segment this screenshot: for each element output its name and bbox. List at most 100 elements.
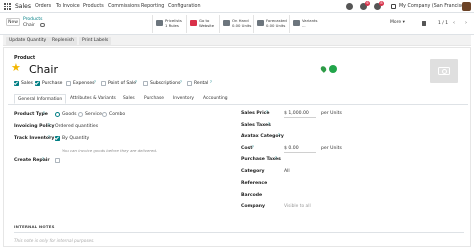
company-label: Company <box>241 204 265 209</box>
help-icon[interactable]: ? <box>48 135 50 139</box>
menu-to-invoice[interactable]: To Invoice <box>56 4 80 9</box>
chat-icon[interactable] <box>329 65 337 73</box>
help-icon[interactable]: ? <box>266 110 268 114</box>
form-sheet <box>3 47 471 247</box>
internal-notes-title: INTERNAL NOTES <box>14 224 55 229</box>
barcode-label: Barcode <box>241 193 263 198</box>
favorite-star-icon[interactable]: ★ <box>11 62 21 73</box>
sitemap-icon <box>293 20 300 26</box>
chevron-right-icon[interactable]: › <box>465 20 467 26</box>
company-icon <box>391 4 396 9</box>
messages-badge: 6 <box>365 1 370 6</box>
menu-reporting[interactable]: Reporting <box>141 4 164 9</box>
phone-icon[interactable] <box>346 3 353 10</box>
print-labels-button[interactable]: Print Labels <box>79 36 112 45</box>
radio-service[interactable] <box>78 112 83 117</box>
point-of-sale-checkbox-label: Point of Sale <box>108 81 137 86</box>
sales-checkbox-label: Sales <box>21 81 33 86</box>
replenish-button[interactable]: Replenish <box>49 36 77 45</box>
help-icon[interactable]: ? <box>278 133 280 137</box>
save-icon[interactable] <box>422 21 426 26</box>
internal-notes-field[interactable]: This note is only for internal purposes. <box>14 238 95 243</box>
radio-goods[interactable] <box>55 112 60 117</box>
chevron-left-icon[interactable]: ‹ <box>453 20 455 26</box>
subscriptions-checkbox-label: Subscriptions <box>150 81 181 86</box>
help-icon[interactable]: ? <box>268 122 270 126</box>
subscriptions-checkbox[interactable] <box>143 81 148 86</box>
track-inventory-checkbox[interactable] <box>55 136 60 141</box>
purchase-checkbox-label: Purchase <box>42 81 63 86</box>
point-of-sale-checkbox[interactable] <box>101 81 106 86</box>
reference-label: Reference <box>241 181 268 186</box>
help-icon[interactable]: ? <box>275 156 277 160</box>
smart-button-value: Website <box>199 23 215 28</box>
tab-accounting[interactable]: Accounting <box>200 94 231 104</box>
smart-button-value: 1 Rules <box>165 23 179 28</box>
forecasted-smart-button[interactable]: Forecasted 0.00 Units <box>253 15 289 33</box>
user-avatar[interactable] <box>462 2 471 11</box>
sales-taxes-label: Sales Taxes <box>241 123 271 128</box>
tab-inventory[interactable]: Inventory <box>170 94 197 104</box>
rental-checkbox-label: Rental <box>194 81 209 86</box>
control-panel: New Products Chair Pricelists 1 Rules Go… <box>0 13 474 35</box>
invoicing-policy-select[interactable]: Ordered quantities <box>55 124 98 129</box>
help-icon[interactable]: ? <box>180 80 182 84</box>
rental-checkbox[interactable] <box>187 81 192 86</box>
cost-underline <box>284 152 316 153</box>
track-inventory-mode[interactable]: By Quantity <box>62 136 89 141</box>
radio-combo[interactable] <box>102 112 107 117</box>
help-icon[interactable]: ? <box>135 80 137 84</box>
cubes-icon <box>223 20 230 26</box>
more-label: More <box>390 20 402 25</box>
cost-label: Cost <box>241 146 253 151</box>
tab-general-information[interactable]: General Information <box>14 94 67 104</box>
smart-button-value: 0.00 Units <box>266 23 286 28</box>
gear-icon[interactable] <box>40 22 45 27</box>
help-icon[interactable]: ? <box>42 157 44 161</box>
track-inventory-help-text: You can invoice goods before they are de… <box>62 148 158 153</box>
company-field[interactable]: Visible to all <box>284 204 311 209</box>
on-hand-smart-button[interactable]: On Hand 0.00 Units <box>219 15 255 33</box>
purchase-checkbox[interactable] <box>35 81 40 86</box>
activities-badge: 8 <box>379 1 384 6</box>
app-grid-icon[interactable] <box>4 3 11 10</box>
help-icon[interactable]: ? <box>94 80 96 84</box>
update-quantity-button[interactable]: Update Quantity <box>6 36 50 45</box>
camera-lens <box>441 68 447 74</box>
more-button[interactable]: More ▾ <box>390 20 405 25</box>
globe-icon <box>190 20 197 26</box>
variants-smart-button[interactable]: Variants ... <box>289 15 325 33</box>
smart-button-value: ... <box>302 23 306 28</box>
breadcrumb-products[interactable]: Products <box>23 17 42 22</box>
product-name-field[interactable]: Chair <box>29 63 58 76</box>
sales-price-underline <box>284 117 316 118</box>
company-switcher[interactable]: My Company (San Francisco) <box>399 4 469 9</box>
cost-unit: per Units <box>321 146 342 151</box>
radio-goods-label: Goods <box>62 112 77 117</box>
cost-field[interactable]: $ 0.00 <box>284 146 299 151</box>
app-name[interactable]: Sales <box>15 3 31 10</box>
tab-sales[interactable]: Sales <box>120 94 138 104</box>
sales-price-field[interactable]: $ 1,000.00 <box>284 111 309 116</box>
breadcrumb-current: Chair <box>23 23 35 28</box>
menu-commissions[interactable]: Commissions <box>108 4 140 9</box>
tab-attributes-variants[interactable]: Attributes & Variants <box>67 94 119 104</box>
new-button[interactable]: New <box>6 18 20 26</box>
pricelist-icon <box>156 20 163 26</box>
pager-value[interactable]: 1 / 1 <box>438 21 448 26</box>
create-repair-checkbox[interactable] <box>55 158 60 163</box>
menu-configuration[interactable]: Configuration <box>168 4 201 9</box>
product-image-placeholder[interactable] <box>430 59 458 83</box>
category-field[interactable]: All <box>284 169 290 174</box>
help-icon[interactable]: ? <box>43 111 45 115</box>
expenses-checkbox[interactable] <box>66 81 71 86</box>
sales-checkbox[interactable] <box>14 81 19 86</box>
help-icon[interactable]: ? <box>210 80 212 84</box>
help-icon[interactable]: ? <box>252 145 254 149</box>
category-label: Category <box>241 169 265 174</box>
radio-service-label: Service <box>85 112 102 117</box>
menu-products[interactable]: Products <box>83 4 104 9</box>
help-icon[interactable]: ? <box>48 123 50 127</box>
tab-purchase[interactable]: Purchase <box>141 94 167 104</box>
menu-orders[interactable]: Orders <box>35 4 51 9</box>
